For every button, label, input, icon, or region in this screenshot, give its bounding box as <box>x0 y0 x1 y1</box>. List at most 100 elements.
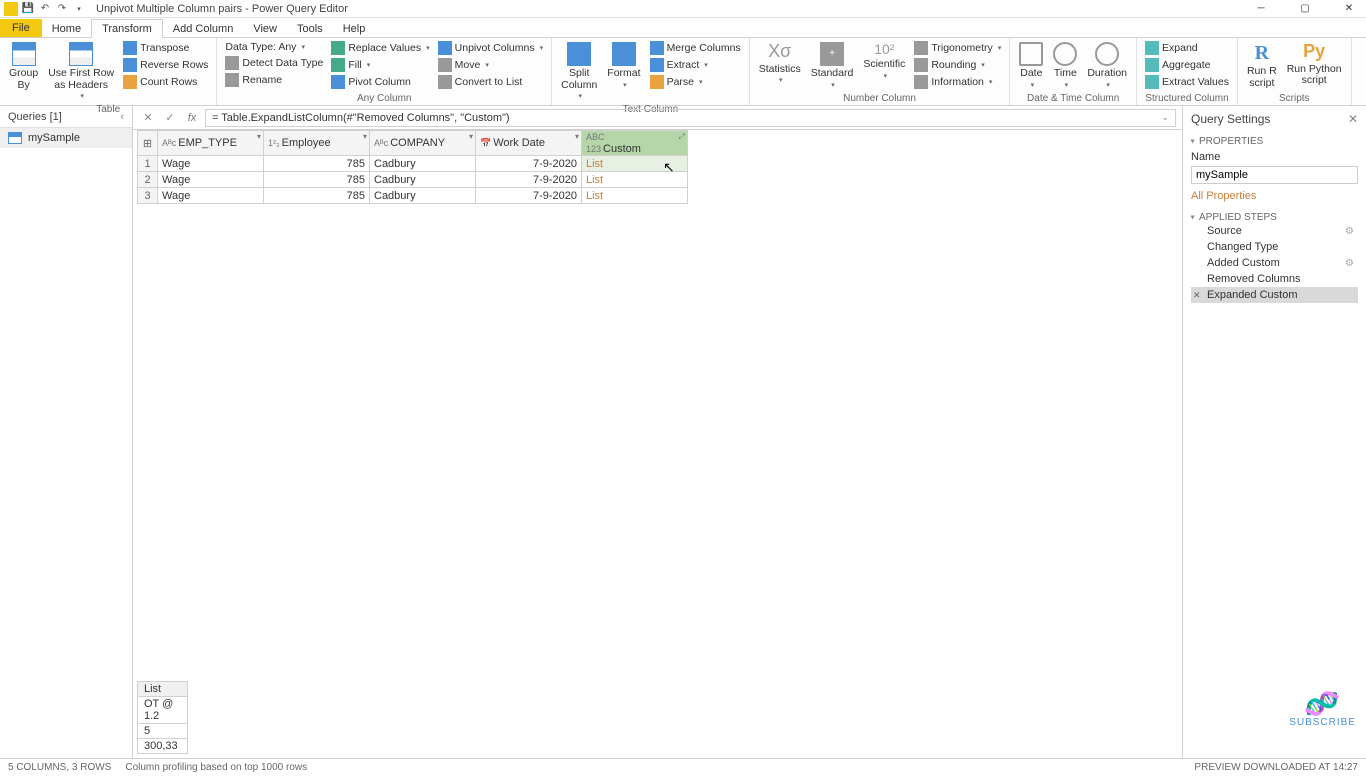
filter-icon: ▾ <box>469 132 473 141</box>
tab-help[interactable]: Help <box>333 20 376 37</box>
cancel-formula-icon[interactable]: ✕ <box>139 109 157 127</box>
tab-add-column[interactable]: Add Column <box>163 20 244 37</box>
duration-button[interactable]: Duration <box>1084 40 1130 91</box>
scientific-button[interactable]: 10²Scientific <box>860 40 908 83</box>
queries-header: Queries [1] <box>8 111 62 123</box>
column-header-company[interactable]: AᴮcCOMPANY▾ <box>370 131 476 156</box>
settings-title: Query Settings <box>1191 112 1270 126</box>
query-name-input[interactable] <box>1191 166 1358 184</box>
move-button[interactable]: Move <box>436 57 545 73</box>
undo-icon[interactable]: ↶ <box>38 2 52 16</box>
unpivot-columns-button[interactable]: Unpivot Columns <box>436 40 545 56</box>
save-icon[interactable]: 💾 <box>21 2 35 16</box>
title-bar: 💾 ↶ ↷ ▾ Unpivot Multiple Column pairs - … <box>0 0 1366 18</box>
formula-text: = Table.ExpandListColumn(#"Removed Colum… <box>212 112 510 124</box>
group-label-any-column: Any Column <box>223 92 545 105</box>
statistics-button[interactable]: XσStatistics <box>756 40 804 87</box>
formula-bar[interactable]: = Table.ExpandListColumn(#"Removed Colum… <box>205 109 1176 127</box>
reverse-rows-button[interactable]: Reverse Rows <box>121 57 210 73</box>
preview-value: 5 <box>138 724 188 739</box>
step-changed-type[interactable]: Changed Type <box>1191 239 1358 255</box>
count-rows-button[interactable]: Count Rows <box>121 74 210 90</box>
extract-text-button[interactable]: Extract <box>648 57 743 73</box>
minimize-button[interactable]: ─ <box>1248 1 1274 17</box>
fill-button[interactable]: Fill <box>329 57 431 73</box>
close-settings-icon[interactable]: ✕ <box>1348 112 1358 126</box>
applied-steps-label: APPLIED STEPS <box>1191 212 1358 223</box>
step-added-custom[interactable]: Added Custom⚙ <box>1191 255 1358 271</box>
data-grid[interactable]: ⊞ AᴮcEMP_TYPE▾ 1²₃Employee▾ AᴮcCOMPANY▾ … <box>137 130 688 204</box>
use-first-row-button[interactable]: Use First Row as Headers <box>45 40 117 103</box>
standard-button[interactable]: +Standard <box>808 40 857 91</box>
close-button[interactable]: ✕ <box>1336 1 1362 17</box>
transpose-button[interactable]: Transpose <box>121 40 210 56</box>
expand-button[interactable]: Expand <box>1143 40 1231 56</box>
commit-formula-icon[interactable]: ✓ <box>161 109 179 127</box>
table-row[interactable]: 2 Wage 785 Cadbury 7-9-2020 List <box>138 172 688 188</box>
name-label: Name <box>1191 151 1358 163</box>
gear-icon[interactable]: ⚙ <box>1345 226 1354 237</box>
column-header-custom[interactable]: ABC123Custom⤢ <box>582 131 688 156</box>
menu-bar: File Home Transform Add Column View Tool… <box>0 18 1366 38</box>
query-item-mysample[interactable]: mySample <box>0 128 132 148</box>
column-header-emptype[interactable]: AᴮcEMP_TYPE▾ <box>158 131 264 156</box>
detect-type-button[interactable]: Detect Data Type <box>223 55 325 71</box>
group-label-number-column: Number Column <box>756 92 1004 105</box>
redo-icon[interactable]: ↷ <box>55 2 69 16</box>
rounding-button[interactable]: Rounding <box>912 57 1003 73</box>
table-row[interactable]: 1 Wage 785 Cadbury 7-9-2020 List <box>138 156 688 172</box>
filter-icon: ▾ <box>575 132 579 141</box>
fx-icon[interactable]: fx <box>183 109 201 127</box>
preview-header: List <box>138 682 188 697</box>
data-type-button[interactable]: Data Type: Any <box>223 40 325 54</box>
qat-customize-icon[interactable]: ▾ <box>72 2 86 16</box>
tab-file[interactable]: File <box>0 19 42 37</box>
tab-home[interactable]: Home <box>42 20 91 37</box>
query-item-label: mySample <box>28 132 80 144</box>
tab-transform[interactable]: Transform <box>91 19 163 38</box>
expand-icon: ⤢ <box>679 132 685 142</box>
group-label-scripts: Scripts <box>1244 92 1345 105</box>
rename-button[interactable]: Rename <box>223 72 325 88</box>
status-bar: 5 COLUMNS, 3 ROWS Column profiling based… <box>0 758 1366 776</box>
gear-icon[interactable]: ⚙ <box>1345 258 1354 269</box>
table-corner-icon[interactable]: ⊞ <box>138 131 158 156</box>
information-button[interactable]: Information <box>912 74 1003 90</box>
preview-value: 300,33 <box>138 739 188 754</box>
group-label-structured: Structured Column <box>1143 92 1231 105</box>
formula-expand-icon[interactable]: ⌄ <box>1161 112 1169 123</box>
replace-values-button[interactable]: Replace Values <box>329 40 431 56</box>
tab-view[interactable]: View <box>243 20 287 37</box>
step-source[interactable]: Source⚙ <box>1191 223 1358 239</box>
run-r-button[interactable]: RRun R script <box>1244 40 1280 91</box>
time-button[interactable]: Time <box>1050 40 1080 91</box>
run-python-button[interactable]: PyRun Python script <box>1284 40 1345 89</box>
app-icon <box>4 2 18 16</box>
step-expanded-custom[interactable]: Expanded Custom <box>1191 287 1358 303</box>
pivot-column-button[interactable]: Pivot Column <box>329 74 431 90</box>
cell-preview: List OT @ 1.2 5 300,33 <box>137 681 188 754</box>
query-settings-panel: Query Settings ✕ PROPERTIES Name All Pro… <box>1182 106 1366 758</box>
step-removed-columns[interactable]: Removed Columns <box>1191 271 1358 287</box>
split-column-button[interactable]: Split Column <box>558 40 600 103</box>
window-title: Unpivot Multiple Column pairs - Power Qu… <box>96 3 348 15</box>
format-button[interactable]: Format <box>604 40 643 91</box>
table-row[interactable]: 3 Wage 785 Cadbury 7-9-2020 List <box>138 188 688 204</box>
column-header-workdate[interactable]: 📅Work Date▾ <box>476 131 582 156</box>
collapse-queries-icon[interactable]: ‹ <box>120 111 124 123</box>
all-properties-link[interactable]: All Properties <box>1191 190 1256 202</box>
parse-button[interactable]: Parse <box>648 74 743 90</box>
tab-tools[interactable]: Tools <box>287 20 333 37</box>
table-icon <box>8 132 22 144</box>
group-by-button[interactable]: Group By <box>6 40 41 93</box>
subscribe-watermark: 🧬 SUBSCRIBE <box>1289 691 1356 728</box>
maximize-button[interactable]: ▢ <box>1292 1 1318 17</box>
date-button[interactable]: Date <box>1016 40 1046 91</box>
aggregate-button[interactable]: Aggregate <box>1143 57 1231 73</box>
column-header-employee[interactable]: 1²₃Employee▾ <box>264 131 370 156</box>
trigonometry-button[interactable]: Trigonometry <box>912 40 1003 56</box>
filter-icon: ▾ <box>257 132 261 141</box>
extract-values-button[interactable]: Extract Values <box>1143 74 1231 90</box>
merge-columns-button[interactable]: Merge Columns <box>648 40 743 56</box>
convert-to-list-button[interactable]: Convert to List <box>436 74 545 90</box>
